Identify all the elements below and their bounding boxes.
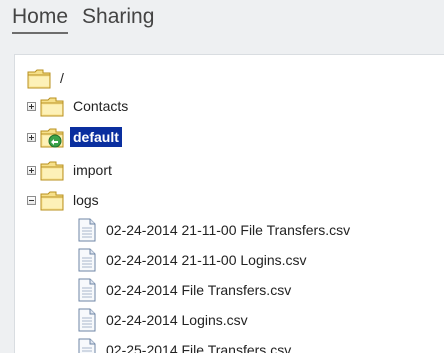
file-icon [77, 218, 97, 242]
tree-folder-label: default [70, 127, 122, 147]
tree-folder-logs[interactable]: logs [27, 189, 102, 211]
tree-file[interactable]: 02-24-2014 21-11-00 File Transfers.csv [77, 219, 353, 241]
folder-icon [40, 159, 64, 181]
folder-icon [27, 67, 51, 89]
tree-folder-contacts[interactable]: Contacts [27, 95, 131, 117]
shared-folder-icon [40, 126, 64, 148]
tree-file[interactable]: 02-25-2014 File Transfers.csv [77, 339, 294, 353]
file-icon [77, 248, 97, 272]
tab-sharing[interactable]: Sharing [82, 4, 154, 32]
folder-icon [40, 95, 64, 117]
file-icon [77, 278, 97, 302]
tree-file-label: 02-24-2014 Logins.csv [106, 312, 248, 328]
collapse-icon[interactable] [27, 195, 36, 205]
expand-icon[interactable] [27, 101, 36, 111]
tree-folder-label: logs [73, 192, 99, 208]
folder-icon [40, 189, 64, 211]
tree-file-label: 02-24-2014 21-11-00 Logins.csv [106, 252, 307, 268]
tree-file[interactable]: 02-24-2014 Logins.csv [77, 309, 251, 331]
file-tree-panel: / Contacts default import logs 02-24-201… [14, 54, 444, 353]
tree-folder-label: import [73, 162, 112, 178]
tree-folder-label: Contacts [73, 98, 129, 114]
tree-file-label: 02-24-2014 File Transfers.csv [106, 282, 292, 298]
expand-icon[interactable] [27, 165, 36, 175]
tab-bar: Home Sharing [12, 4, 168, 40]
file-icon [77, 308, 97, 332]
tree-folder-default[interactable]: default [27, 126, 122, 148]
tree-root[interactable]: / [27, 67, 67, 89]
file-icon [77, 338, 97, 353]
expand-icon[interactable] [27, 132, 36, 142]
tree-file[interactable]: 02-24-2014 21-11-00 Logins.csv [77, 249, 310, 271]
tree-file-label: 02-25-2014 File Transfers.csv [106, 342, 292, 353]
tree-file[interactable]: 02-24-2014 File Transfers.csv [77, 279, 294, 301]
tree-folder-import[interactable]: import [27, 159, 115, 181]
tab-home[interactable]: Home [12, 4, 69, 34]
tree-root-label: / [60, 70, 64, 86]
tree-file-label: 02-24-2014 21-11-00 File Transfers.csv [106, 222, 351, 238]
